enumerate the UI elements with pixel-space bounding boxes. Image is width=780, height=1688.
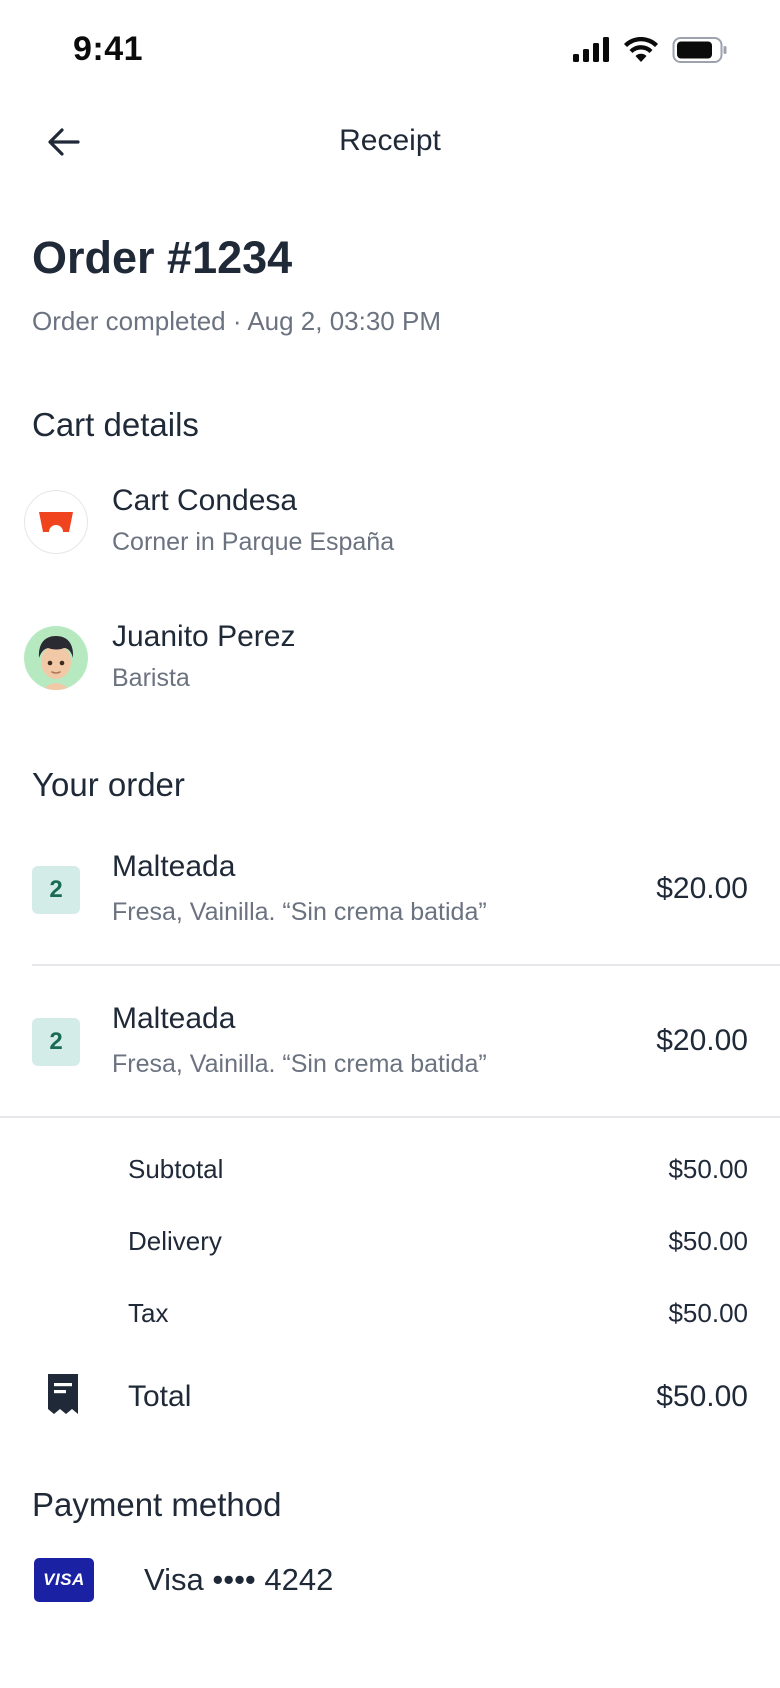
barista-row[interactable]: Juanito Perez Barista [24, 620, 764, 700]
item-divider [32, 964, 780, 966]
order-title: Order #1234 [32, 232, 293, 283]
tax-row: Tax $50.00 [0, 1298, 780, 1338]
total-label: Total [128, 1380, 192, 1413]
your-order-heading: Your order [32, 766, 185, 803]
item-name: Malteada [112, 1002, 236, 1035]
subtotal-label: Subtotal [128, 1154, 224, 1184]
order-item[interactable]: 2 Malteada Fresa, Vainilla. “Sin crema b… [0, 850, 780, 1000]
payment-method-row[interactable]: VISA Visa •••• 4242 [0, 1558, 780, 1606]
status-time: 9:41 [73, 30, 144, 68]
subtotal-value: $50.00 [668, 1154, 748, 1184]
page-title: Receipt [339, 124, 441, 157]
quantity-badge: 2 [32, 866, 80, 914]
visa-card-icon: VISA [34, 1558, 94, 1602]
status-bar: 9:41 [0, 0, 780, 100]
delivery-value: $50.00 [668, 1226, 748, 1256]
receipt-icon [46, 1372, 80, 1421]
cellular-signal-icon [573, 37, 609, 62]
barista-name: Juanito Perez [112, 620, 296, 653]
total-value: $50.00 [656, 1380, 748, 1413]
item-price: $20.00 [656, 872, 748, 905]
status-icons [572, 36, 728, 64]
delivery-row: Delivery $50.00 [0, 1226, 780, 1266]
order-status-subtitle: Order completed · Aug 2, 03:30 PM [32, 306, 441, 336]
delivery-label: Delivery [128, 1226, 222, 1256]
summary-divider [0, 1116, 780, 1118]
item-description: Fresa, Vainilla. “Sin crema batida” [112, 1050, 487, 1078]
barista-role: Barista [112, 664, 190, 692]
battery-icon [672, 37, 727, 63]
cart-location: Corner in Parque España [112, 528, 395, 556]
wifi-icon [624, 37, 658, 62]
payment-method-heading: Payment method [32, 1486, 282, 1523]
nav-bar: Receipt [0, 110, 780, 170]
barista-avatar [24, 626, 88, 690]
cart-details-heading: Cart details [32, 406, 199, 443]
cart-name: Cart Condesa [112, 484, 298, 517]
order-item[interactable]: 2 Malteada Fresa, Vainilla. “Sin crema b… [0, 1002, 780, 1152]
item-price: $20.00 [656, 1024, 748, 1057]
total-row: Total $50.00 [0, 1374, 780, 1420]
item-description: Fresa, Vainilla. “Sin crema batida” [112, 898, 487, 926]
card-number: Visa •••• 4242 [144, 1562, 334, 1597]
item-name: Malteada [112, 850, 236, 883]
cart-row[interactable]: Cart Condesa Corner in Parque España [24, 484, 764, 564]
cart-logo-icon [24, 490, 88, 554]
tax-value: $50.00 [668, 1298, 748, 1328]
tax-label: Tax [128, 1298, 169, 1328]
subtotal-row: Subtotal $50.00 [0, 1154, 780, 1194]
quantity-badge: 2 [32, 1018, 80, 1066]
